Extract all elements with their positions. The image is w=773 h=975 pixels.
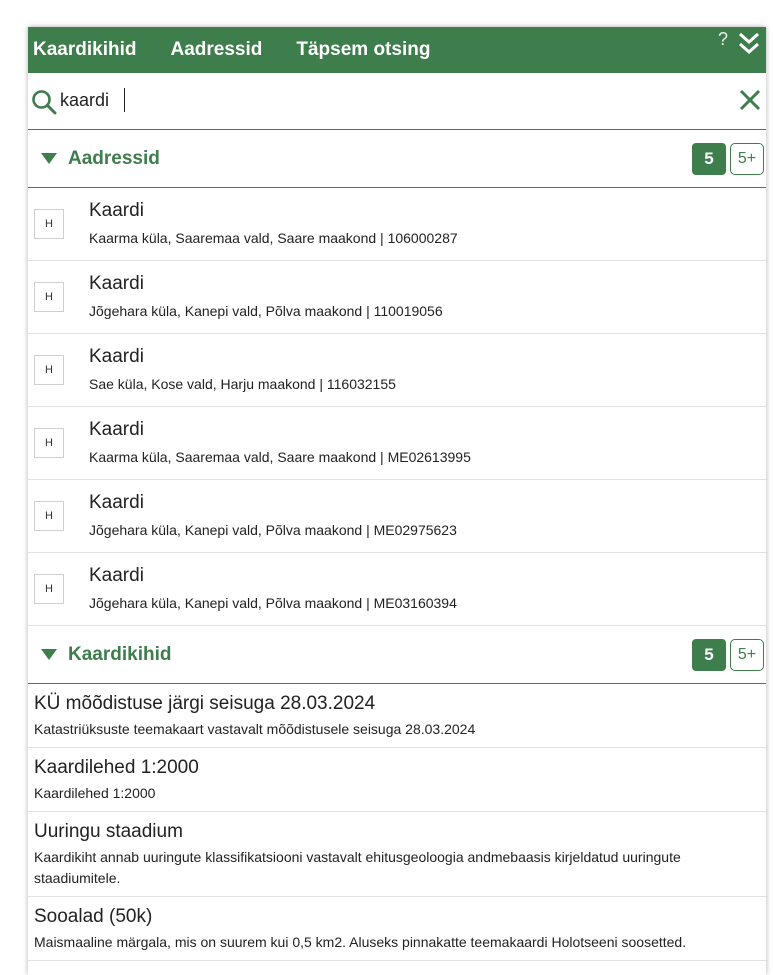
address-result-item[interactable]: H Kaardi Kaarma küla, Saaremaa vald, Saa… <box>28 407 766 480</box>
result-count-badge: 5 <box>692 142 726 175</box>
section-title: Kaardikihid <box>68 643 172 665</box>
help-button[interactable]: ? <box>718 29 728 50</box>
layer-result-item[interactable]: KÜ mõõdistuse järgi seisuga 28.03.2024 K… <box>28 684 766 748</box>
search-icon <box>32 90 57 115</box>
collapse-triangle-icon[interactable] <box>41 649 57 660</box>
tab-tapsem-otsing[interactable]: Täpsem otsing <box>296 39 430 61</box>
close-icon[interactable] <box>738 88 762 112</box>
show-more-button[interactable]: 5+ <box>730 142 764 175</box>
layer-list: KÜ mõõdistuse järgi seisuga 28.03.2024 K… <box>28 684 766 961</box>
layer-result-item[interactable]: Uuringu staadium Kaardikiht annab uuring… <box>28 812 766 897</box>
double-chevron-down-icon[interactable] <box>736 29 762 59</box>
address-result-item[interactable]: H Kaardi Sae küla, Kose vald, Harju maak… <box>28 334 766 407</box>
address-detail: Kaarma küla, Saaremaa vald, Saare maakon… <box>89 230 458 246</box>
address-result-item[interactable]: H Kaardi Jõgehara küla, Kanepi vald, Põl… <box>28 480 766 553</box>
address-detail: Kaarma küla, Saaremaa vald, Saare maakon… <box>89 449 471 465</box>
address-type-badge: H <box>34 209 64 239</box>
top-nav-bar: Kaardikihid Aadressid Täpsem otsing ? <box>28 27 766 73</box>
layer-result-item[interactable]: Kaardilehed 1:2000 Kaardilehed 1:2000 <box>28 748 766 812</box>
address-list: H Kaardi Kaarma küla, Saaremaa vald, Saa… <box>28 188 766 626</box>
address-name: Kaardi <box>89 273 144 294</box>
address-type-badge: H <box>34 501 64 531</box>
layer-result-item[interactable]: Sooalad (50k) Maismaaline märgala, mis o… <box>28 897 766 961</box>
address-type-badge: H <box>34 355 64 385</box>
addresses-section-header[interactable]: Aadressid 5 5+ <box>28 130 766 188</box>
address-result-item[interactable]: H Kaardi Kaarma küla, Saaremaa vald, Saa… <box>28 188 766 261</box>
address-detail: Jõgehara küla, Kanepi vald, Põlva maakon… <box>89 595 457 611</box>
address-name: Kaardi <box>89 200 144 221</box>
address-name: Kaardi <box>89 492 144 513</box>
search-bar <box>28 73 766 130</box>
layer-name: Sooalad (50k) <box>34 906 153 927</box>
address-name: Kaardi <box>89 565 144 586</box>
show-more-button[interactable]: 5+ <box>730 638 764 671</box>
layer-name: Kaardilehed 1:2000 <box>34 757 199 778</box>
collapse-triangle-icon[interactable] <box>41 153 57 164</box>
layer-description: Maismaaline märgala, mis on suurem kui 0… <box>34 934 687 950</box>
layer-description: Kaardikiht annab uuringute klassifikatsi… <box>34 849 681 886</box>
address-result-item[interactable]: H Kaardi Jõgehara küla, Kanepi vald, Põl… <box>28 553 766 626</box>
text-cursor <box>124 88 125 112</box>
address-name: Kaardi <box>89 419 144 440</box>
section-title: Aadressid <box>68 147 160 169</box>
address-type-badge: H <box>34 282 64 312</box>
search-input[interactable] <box>60 87 660 113</box>
address-detail: Jõgehara küla, Kanepi vald, Põlva maakon… <box>89 303 443 319</box>
address-detail: Sae küla, Kose vald, Harju maakond | 116… <box>89 376 396 392</box>
tab-kaardikihid[interactable]: Kaardikihid <box>33 39 136 61</box>
address-name: Kaardi <box>89 346 144 367</box>
address-type-badge: H <box>34 574 64 604</box>
layers-section-header[interactable]: Kaardikihid 5 5+ <box>28 626 766 684</box>
result-count-badge: 5 <box>692 638 726 671</box>
address-detail: Jõgehara küla, Kanepi vald, Põlva maakon… <box>89 522 457 538</box>
search-panel: Kaardikihid Aadressid Täpsem otsing ? Aa… <box>28 27 766 975</box>
address-result-item[interactable]: H Kaardi Jõgehara küla, Kanepi vald, Põl… <box>28 261 766 334</box>
layer-name: Uuringu staadium <box>34 821 183 842</box>
layer-name: KÜ mõõdistuse järgi seisuga 28.03.2024 <box>34 693 376 714</box>
layer-description: Kaardilehed 1:2000 <box>34 785 156 801</box>
address-type-badge: H <box>34 428 64 458</box>
layer-description: Katastriüksuste teemakaart vastavalt mõõ… <box>34 721 476 737</box>
tab-aadressid[interactable]: Aadressid <box>170 39 262 61</box>
